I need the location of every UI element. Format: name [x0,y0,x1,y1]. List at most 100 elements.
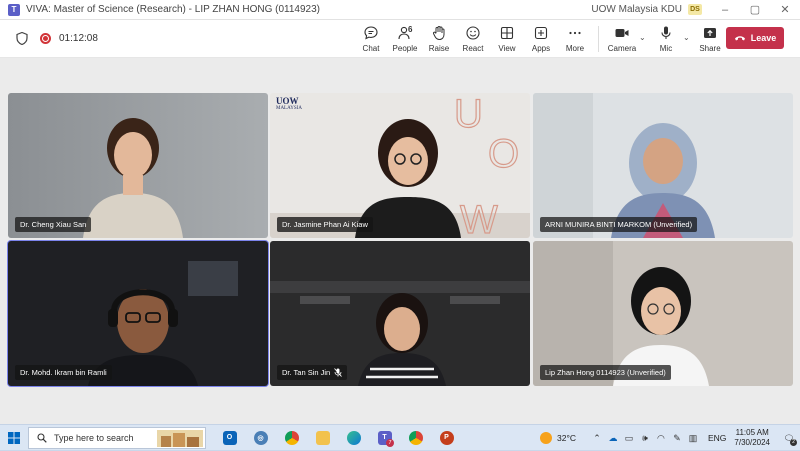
share-label: Share [699,44,721,53]
taskbar-app-file-explorer[interactable] [307,426,338,450]
taskbar-app-network[interactable]: ◎ [245,426,276,450]
network-icon[interactable]: ▥ [686,433,700,444]
folder-icon [315,430,330,445]
participant-tile[interactable]: UOW MALAYSIA U O W Dr. Jasmine Phan Ai K… [270,93,530,238]
clock-time: 11:05 AM [735,428,769,437]
participant-nametag: ARNI MUNIRA BINTI MARKOM (Unverified) [540,217,698,232]
clock-date: 7/30/2024 [734,438,770,447]
participant-tile[interactable]: Dr. Cheng Xiau San [8,93,268,238]
camera-options-chevron-icon[interactable]: ⌄ [639,33,649,55]
battery-icon[interactable]: ▭ [622,433,636,444]
view-button[interactable]: View [490,23,524,55]
letter-o: O [488,132,519,176]
leave-label: Leave [750,33,777,43]
view-label: View [498,44,516,53]
people-count: 6 [408,25,413,34]
chat-button[interactable]: Chat [354,23,388,55]
raise-hand-button[interactable]: Raise [422,23,456,55]
more-icon [569,31,581,35]
volume-icon[interactable]: 🕪 [638,433,652,444]
participant-name: ARNI MUNIRA BINTI MARKOM (Unverified) [545,220,693,229]
edge-icon [346,430,361,445]
chat-label: Chat [362,44,380,53]
share-button[interactable]: Share [693,23,727,55]
search-placeholder: Type here to search [54,432,134,443]
apps-button[interactable]: Apps [524,23,558,55]
participant-name: Dr. Cheng Xiau San [20,220,87,229]
plus-square-icon [534,26,548,40]
hang-up-icon [734,36,745,41]
globe-icon: ◎ [253,430,268,445]
taskbar-app-chrome[interactable] [276,426,307,450]
windows-logo-icon [8,431,20,444]
notification-center-button[interactable]: 🗨 2 [778,433,800,446]
sun-icon [539,432,552,444]
meeting-timer: 01:12:08 [59,33,98,44]
teams-logo-icon: T [8,3,20,16]
chrome-icon [408,430,423,445]
people-button[interactable]: 6 People [388,23,422,55]
teams-meeting-window: T VIVA: Master of Science (Research) - L… [0,0,800,424]
mic-options-chevron-icon[interactable]: ⌄ [683,33,693,55]
shield-icon[interactable] [16,32,28,45]
chevron-up-icon[interactable]: ⌃ [590,433,604,444]
raise-label: Raise [428,44,450,53]
user-avatar[interactable]: DS [688,4,702,15]
notification-count: 2 [790,438,797,446]
smile-icon [466,26,480,40]
react-button[interactable]: React [456,23,490,55]
participant-tile[interactable]: Dr. Tan Sin Jin [270,241,530,386]
share-icon [704,28,716,38]
mic-button[interactable]: Mic [649,23,683,55]
taskbar-app-outlook[interactable]: O [214,426,245,450]
apps-label: Apps [531,44,551,53]
grid-icon [500,26,514,40]
camera-icon [615,29,629,37]
recording-icon [40,33,51,44]
participant-name: Lip Zhan Hong 0114923 (Unverified) [545,368,666,377]
camera-button[interactable]: Camera [605,23,639,55]
more-button[interactable]: More [558,23,592,55]
taskbar-search-box[interactable]: Type here to search [28,426,206,449]
taskbar-app-powerpoint[interactable]: P [431,426,462,450]
participant-nametag: Dr. Jasmine Phan Ai Kiaw [277,217,373,232]
search-icon [37,432,47,443]
window-title: VIVA: Master of Science (Research) - LIP… [26,4,320,15]
participant-tile-active-speaker[interactable]: Dr. Mohd. Ikram bin Ramli [7,240,269,387]
chrome-icon [284,430,299,445]
organization-name[interactable]: UOW Malaysia KDU [591,4,682,15]
start-button[interactable] [0,431,28,444]
letter-w: W [460,198,498,238]
taskbar-app-teams[interactable]: T7 [369,426,400,450]
meeting-toolbar: 01:12:08 Chat 6 People Raise React View … [0,20,800,58]
minimize-button[interactable]: – [710,4,740,16]
weather-widget[interactable]: 32°C [539,432,576,444]
taskbar-app-edge[interactable] [338,426,369,450]
participant-tile[interactable]: ARNI MUNIRA BINTI MARKOM (Unverified) [533,93,793,238]
temperature: 32°C [556,433,576,443]
close-window-button[interactable]: ✕ [770,3,800,16]
participant-tile[interactable]: Lip Zhan Hong 0114923 (Unverified) [533,241,793,386]
uow-logo-text: UOW [276,96,299,106]
taskbar-clock[interactable]: 11:05 AM 7/30/2024 [734,428,770,448]
participant-nametag: Dr. Tan Sin Jin [277,365,348,380]
onedrive-icon[interactable]: ☁ [606,433,620,444]
leave-button[interactable]: Leave [726,27,784,49]
camera-label: Camera [607,44,637,53]
system-tray: 32°C ⌃ ☁ ▭ 🕪 ◠ ✎ ▥ ENG 11:05 AM 7/30/202… [539,425,800,451]
toolbar-divider [598,26,599,52]
microphone-icon [661,26,671,39]
mic-label: Mic [659,44,673,53]
uow-logo-subtext: MALAYSIA [276,106,302,111]
teams-notification-badge: 7 [386,438,394,447]
maximize-button[interactable]: ▢ [740,3,770,16]
participant-nametag: Dr. Mohd. Ikram bin Ramli [15,365,112,380]
search-highlight-icon [157,429,203,447]
taskbar-app-chrome-profile[interactable] [400,426,431,450]
more-label: More [565,44,585,53]
wifi-icon[interactable]: ◠ [654,433,668,444]
video-grid: Dr. Cheng Xiau San UOW MALAYSIA U O W Dr… [0,58,800,424]
language-indicator[interactable]: ENG [708,433,726,443]
pen-icon[interactable]: ✎ [670,433,684,444]
powerpoint-icon: P [439,430,454,445]
